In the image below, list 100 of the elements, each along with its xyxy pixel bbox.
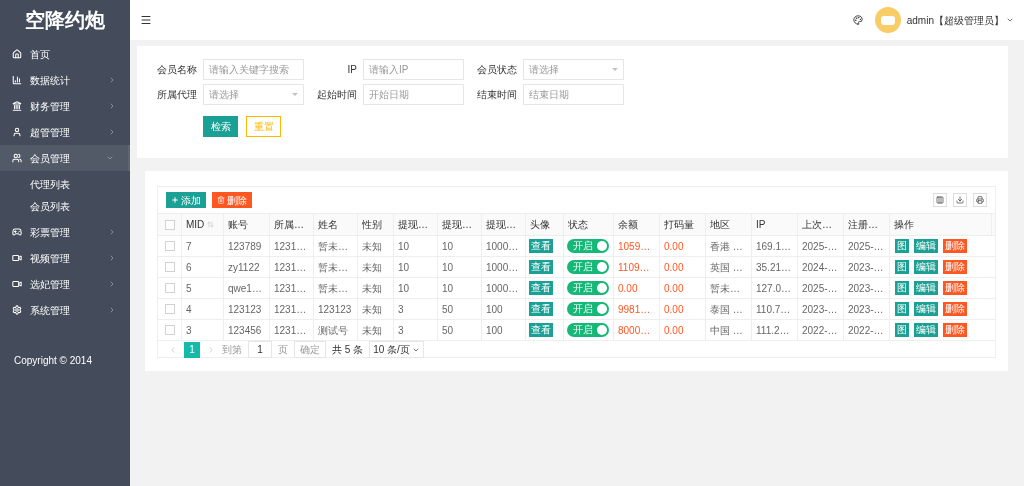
sidebar-item[interactable]: 彩票管理 [0, 219, 130, 245]
table-cell: 1000… [482, 236, 526, 256]
delete-button[interactable]: 删除 [212, 192, 252, 208]
column-header: 头像 [530, 218, 550, 232]
sidebar-item[interactable]: 超管管理 [0, 119, 130, 145]
checkbox[interactable] [164, 304, 175, 314]
table-cell: 9981… [614, 299, 660, 319]
table-cell: 0.00 [660, 278, 706, 298]
printer-icon[interactable] [973, 193, 987, 207]
add-button[interactable]: 添加 [166, 192, 206, 208]
palette-icon[interactable] [852, 15, 863, 25]
column-header: 账号 [228, 218, 248, 232]
download-icon[interactable] [953, 193, 967, 207]
table-cell: 1059… [614, 236, 660, 256]
view-button[interactable]: 查看 [529, 302, 553, 316]
checkbox[interactable] [164, 241, 175, 251]
table-cell: 7 [182, 236, 224, 256]
checkbox[interactable] [164, 219, 175, 230]
menu-icon[interactable] [140, 14, 152, 26]
checkbox[interactable] [164, 262, 175, 272]
delete-button[interactable]: 删除 [943, 239, 967, 253]
table-cell: 127.0… [752, 278, 798, 298]
edit-button[interactable]: 编辑 [914, 281, 938, 295]
status-switch[interactable]: 开启 [567, 239, 609, 253]
sidebar-subitem[interactable]: 会员列表 [0, 195, 130, 217]
table-cell: 2023-… [844, 299, 890, 319]
table-cell: 2025-… [798, 236, 844, 256]
status-switch[interactable]: 开启 [567, 281, 609, 295]
table-cell: 35.21… [752, 257, 798, 277]
status-switch[interactable]: 开启 [567, 260, 609, 274]
column-header: IP [756, 218, 766, 232]
table-cell: 暂未… [314, 236, 358, 256]
column-header: 上次… [802, 218, 832, 232]
edit-button[interactable]: 编辑 [914, 239, 938, 253]
home-icon [12, 49, 22, 59]
table-cell: 50 [438, 299, 482, 319]
input-field[interactable]: 开始日期 [363, 84, 464, 105]
edit-button[interactable]: 编辑 [914, 260, 938, 274]
avatar[interactable] [874, 7, 901, 33]
table-cell: 未知 [358, 299, 394, 319]
table-cell: 2022-… [798, 320, 844, 340]
image-button[interactable]: 图 [895, 302, 909, 316]
input-field[interactable]: 请输入关键字搜索 [203, 59, 304, 80]
previous-page-icon[interactable] [168, 344, 178, 355]
view-button[interactable]: 查看 [529, 323, 553, 337]
checkbox[interactable] [164, 325, 175, 335]
edit-button[interactable]: 编辑 [914, 323, 938, 337]
sort-icon[interactable] [207, 221, 215, 228]
table-cell: 0.00 [660, 236, 706, 256]
view-button[interactable]: 查看 [529, 281, 553, 295]
delete-button[interactable]: 删除 [943, 260, 967, 274]
delete-button[interactable]: 删除 [943, 302, 967, 316]
table-cell: 100 [482, 320, 526, 340]
table-cell: 暂未… [314, 257, 358, 277]
view-button[interactable]: 查看 [529, 260, 553, 274]
image-button[interactable]: 图 [895, 323, 909, 337]
next-page-icon[interactable] [206, 344, 216, 355]
input-field[interactable]: 请输入IP [363, 59, 464, 80]
settings-icon [12, 305, 22, 315]
bar-chart-icon [12, 75, 22, 85]
search-button[interactable]: 检索 [203, 116, 238, 137]
image-button[interactable]: 图 [895, 281, 909, 295]
logo: 空降约炮 [24, 8, 106, 33]
table-cell: 暂未… [314, 278, 358, 298]
table-cell: 10 [438, 278, 482, 298]
table-cell: 1231… [270, 257, 314, 277]
field-label: 起始时间 [316, 88, 357, 102]
sidebar-item[interactable]: 财务管理 [0, 93, 130, 119]
page-button[interactable]: 1 [184, 341, 200, 358]
image-button[interactable]: 图 [895, 260, 909, 274]
table-cell: zy1122 [224, 257, 270, 277]
goto-label: 到第 [222, 343, 242, 357]
delete-button[interactable]: 删除 [943, 323, 967, 337]
reset-button[interactable]: 重置 [246, 116, 281, 137]
sidebar-subitem[interactable]: 代理列表 [0, 173, 130, 195]
edit-button[interactable]: 编辑 [914, 302, 938, 316]
table-cell: 2025-… [798, 278, 844, 298]
column-header: 提现… [486, 218, 516, 232]
status-switch[interactable]: 开启 [567, 302, 609, 316]
status-switch[interactable]: 开启 [567, 323, 609, 337]
view-button[interactable]: 查看 [529, 239, 553, 253]
table-cell: 未知 [358, 320, 394, 340]
sidebar-item[interactable]: 视频管理 [0, 245, 130, 271]
select-field[interactable]: 请选择 [523, 59, 624, 80]
checkbox[interactable] [164, 283, 175, 293]
delete-button[interactable]: 删除 [943, 281, 967, 295]
caret-icon[interactable] [1006, 16, 1014, 24]
user-name[interactable]: admin【超级管理员】 [906, 12, 1004, 28]
users-icon [12, 153, 22, 163]
sidebar-item[interactable]: 系统管理 [0, 297, 130, 323]
page-size-select[interactable]: 10 条/页 [369, 341, 424, 358]
confirm-button[interactable]: 确定 [294, 341, 326, 358]
select-field[interactable]: 请选择 [203, 84, 304, 105]
sidebar-item[interactable]: 数据统计 [0, 67, 130, 93]
image-button[interactable]: 图 [895, 239, 909, 253]
sidebar-item[interactable]: 首页 [0, 41, 130, 67]
sidebar-item[interactable]: 选妃管理 [0, 271, 130, 297]
input-field[interactable]: 结束日期 [523, 84, 624, 105]
columns-icon[interactable] [933, 193, 947, 207]
page-input[interactable]: 1 [248, 341, 272, 358]
